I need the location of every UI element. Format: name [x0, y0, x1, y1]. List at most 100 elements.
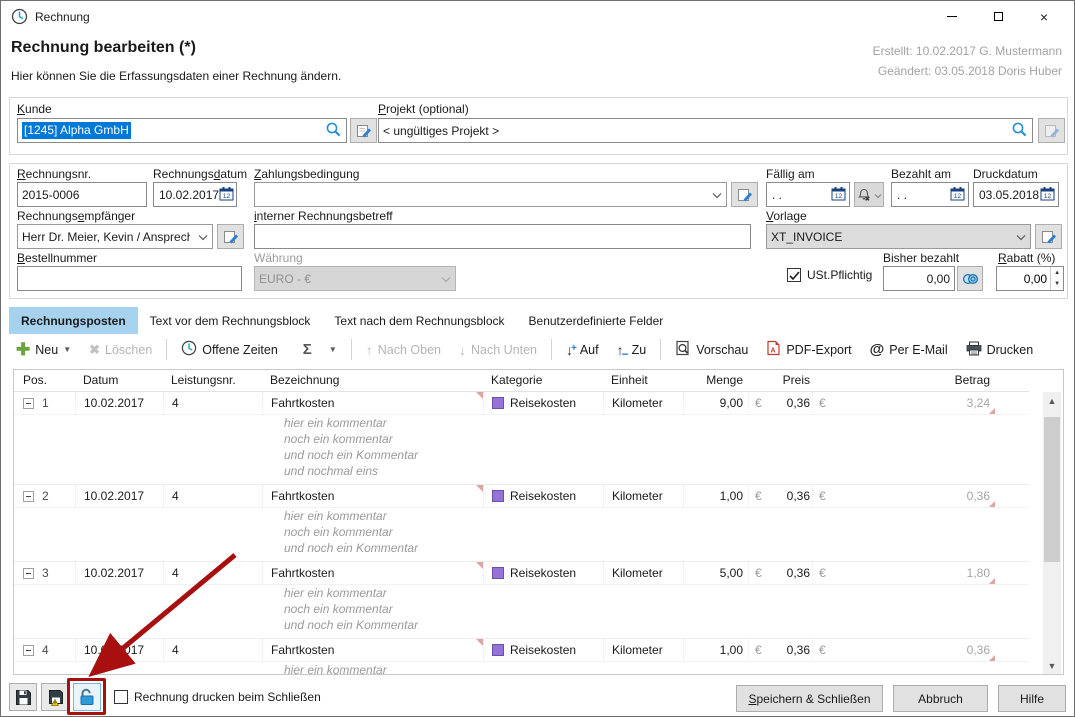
- invoice-item[interactable]: 3 10.02.2017 4 Fahrtkosten Reisekosten K…: [14, 562, 1029, 639]
- projekt-input[interactable]: < ungültiges Projekt >: [378, 118, 1033, 143]
- projekt-edit-button[interactable]: [1038, 118, 1065, 143]
- summen-button[interactable]: Σ ▼: [289, 338, 344, 361]
- ust-pflichtig-checkbox-row[interactable]: USt.Pflichtig: [787, 268, 872, 282]
- edit-icon: [356, 123, 372, 139]
- item-leistungsnr: 4: [172, 489, 179, 503]
- col-preis[interactable]: Preis: [768, 370, 812, 391]
- zu-button[interactable]: ↑− Zu: [610, 339, 654, 361]
- save-button[interactable]: [9, 683, 37, 711]
- currency-symbol: €: [755, 396, 762, 410]
- vorlage-edit-button[interactable]: [1035, 224, 1062, 249]
- nach-unten-button[interactable]: ↓ Nach Unten: [452, 339, 544, 361]
- search-icon[interactable]: [325, 121, 342, 141]
- tab-rechnungsposten[interactable]: Rechnungsposten: [9, 307, 138, 334]
- vorschau-button[interactable]: Vorschau: [668, 337, 755, 362]
- collapse-row-icon[interactable]: [23, 398, 34, 409]
- ust-pflichtig-checkbox[interactable]: [787, 268, 801, 282]
- cancel-button[interactable]: Abbruch: [893, 685, 988, 712]
- col-einheit[interactable]: Einheit: [603, 370, 683, 391]
- toolbar-separator: [660, 339, 661, 360]
- calendar-icon[interactable]: 12: [219, 186, 234, 204]
- col-pos[interactable]: Pos.: [14, 370, 75, 391]
- faellig-am-label: Fällig am: [766, 167, 815, 181]
- invoice-item[interactable]: 2 10.02.2017 4 Fahrtkosten Reisekosten K…: [14, 485, 1029, 562]
- rabatt-input[interactable]: [997, 267, 1050, 290]
- item-row[interactable]: 2 10.02.2017 4 Fahrtkosten Reisekosten K…: [14, 485, 1029, 508]
- rechnungsnr-input[interactable]: 2015-0006: [17, 182, 147, 207]
- zahlungsbedingung-edit-button[interactable]: [731, 182, 758, 207]
- col-kategorie[interactable]: Kategorie: [483, 370, 603, 391]
- col-bezeichnung[interactable]: Bezeichnung: [262, 370, 483, 391]
- kunde-edit-button[interactable]: [350, 118, 377, 143]
- invoice-item[interactable]: 1 10.02.2017 4 Fahrtkosten Reisekosten K…: [14, 392, 1029, 485]
- save-close-button[interactable]: Speichern & Schließen: [736, 685, 883, 712]
- calendar-icon[interactable]: 12: [1040, 186, 1055, 204]
- rechnungsdatum-label: Rechnungsdatum: [153, 167, 247, 181]
- help-button[interactable]: Hilfe: [998, 685, 1066, 712]
- tab-text-nach-rechnungsblock[interactable]: Text nach dem Rechnungsblock: [322, 307, 516, 334]
- drucken-button[interactable]: Drucken: [959, 338, 1041, 362]
- col-menge[interactable]: Menge: [683, 370, 748, 391]
- search-icon[interactable]: [1011, 121, 1028, 141]
- col-betrag[interactable]: Betrag: [832, 370, 995, 391]
- auf-button[interactable]: ↓+ Auf: [559, 339, 606, 361]
- save-with-warning-button[interactable]: [41, 683, 69, 711]
- scroll-up-icon[interactable]: ▲: [1043, 392, 1061, 409]
- close-button[interactable]: ×: [1021, 1, 1067, 32]
- tab-benutzerdefinierte-felder[interactable]: Benutzerdefinierte Felder: [517, 307, 676, 334]
- druckdatum-input[interactable]: 03.05.2018 12: [973, 182, 1059, 207]
- svg-text:12: 12: [835, 193, 843, 200]
- maximize-button[interactable]: [975, 1, 1021, 32]
- item-row[interactable]: 4 10.02.2017 4 Fahrtkosten Reisekosten K…: [14, 639, 1029, 662]
- col-leistungsnr[interactable]: Leistungsnr.: [163, 370, 262, 391]
- neu-button[interactable]: ✚ Neu ▼: [9, 340, 78, 360]
- kunde-input[interactable]: [1245] Alpha GmbH: [17, 118, 347, 143]
- tab-bar: Rechnungsposten Text vor dem Rechnungsbl…: [9, 307, 675, 334]
- item-row[interactable]: 3 10.02.2017 4 Fahrtkosten Reisekosten K…: [14, 562, 1029, 585]
- bestellnummer-input[interactable]: [17, 266, 242, 291]
- zahlungsbedingung-combo[interactable]: [254, 182, 727, 207]
- item-row[interactable]: 1 10.02.2017 4 Fahrtkosten Reisekosten K…: [14, 392, 1029, 415]
- faellig-am-input[interactable]: . . 12: [766, 182, 850, 207]
- rechnungsdatum-input[interactable]: 10.02.2017 12: [153, 182, 237, 207]
- chevron-down-icon[interactable]: ▼: [63, 345, 71, 354]
- offene-zeiten-button[interactable]: Offene Zeiten: [174, 337, 285, 362]
- collapse-row-icon[interactable]: [23, 568, 34, 579]
- preview-icon: [675, 340, 691, 359]
- bisher-bezahlt-value: 0,00: [927, 272, 950, 286]
- item-leistungsnr: 4: [172, 566, 179, 580]
- vorlage-combo[interactable]: XT_INVOICE: [766, 224, 1031, 249]
- reminder-bell-button[interactable]: [854, 182, 884, 207]
- calendar-icon[interactable]: 12: [831, 186, 846, 204]
- rabatt-spinner[interactable]: ▲ ▼: [996, 266, 1064, 291]
- unlock-button[interactable]: [73, 683, 101, 711]
- minimize-button[interactable]: [929, 1, 975, 32]
- per-email-button[interactable]: @ Per E-Mail: [863, 338, 955, 361]
- scrollbar-thumb[interactable]: [1044, 417, 1060, 562]
- betreff-input[interactable]: [254, 224, 751, 249]
- print-on-close-checkbox[interactable]: [114, 690, 128, 704]
- loeschen-button[interactable]: ✖ Löschen: [82, 339, 159, 361]
- invoice-item[interactable]: 4 10.02.2017 4 Fahrtkosten Reisekosten K…: [14, 639, 1029, 675]
- spin-down-icon[interactable]: ▼: [1051, 279, 1063, 291]
- modified-meta: Geändert: 03.05.2018 Doris Huber: [878, 64, 1062, 78]
- rechnungsnr-value: 2015-0006: [22, 188, 79, 202]
- bisher-bezahlt-input[interactable]: 0,00: [883, 266, 955, 291]
- print-on-close-row[interactable]: Rechnung drucken beim Schließen: [114, 690, 321, 704]
- collapse-row-icon[interactable]: [23, 491, 34, 502]
- scroll-down-icon[interactable]: ▼: [1043, 657, 1061, 674]
- rechnungsempfaenger-edit-button[interactable]: [217, 224, 244, 249]
- pdf-export-button[interactable]: A PDF-Export: [759, 337, 858, 362]
- window-title: Rechnung: [35, 10, 90, 24]
- payments-button[interactable]: [957, 266, 983, 291]
- rechnungsempfaenger-combo[interactable]: Herr Dr. Meier, Kevin / Ansprechp: [17, 224, 213, 249]
- spin-up-icon[interactable]: ▲: [1051, 267, 1063, 279]
- chevron-down-icon[interactable]: ▼: [329, 345, 337, 354]
- calendar-icon[interactable]: 12: [950, 186, 965, 204]
- tab-text-vor-rechnungsblock[interactable]: Text vor dem Rechnungsblock: [138, 307, 323, 334]
- bezahlt-am-input[interactable]: . . 12: [891, 182, 969, 207]
- vertical-scrollbar[interactable]: ▲ ▼: [1043, 392, 1061, 674]
- col-datum[interactable]: Datum: [75, 370, 163, 391]
- collapse-row-icon[interactable]: [23, 645, 34, 656]
- nach-oben-button[interactable]: ↑ Nach Oben: [359, 339, 448, 361]
